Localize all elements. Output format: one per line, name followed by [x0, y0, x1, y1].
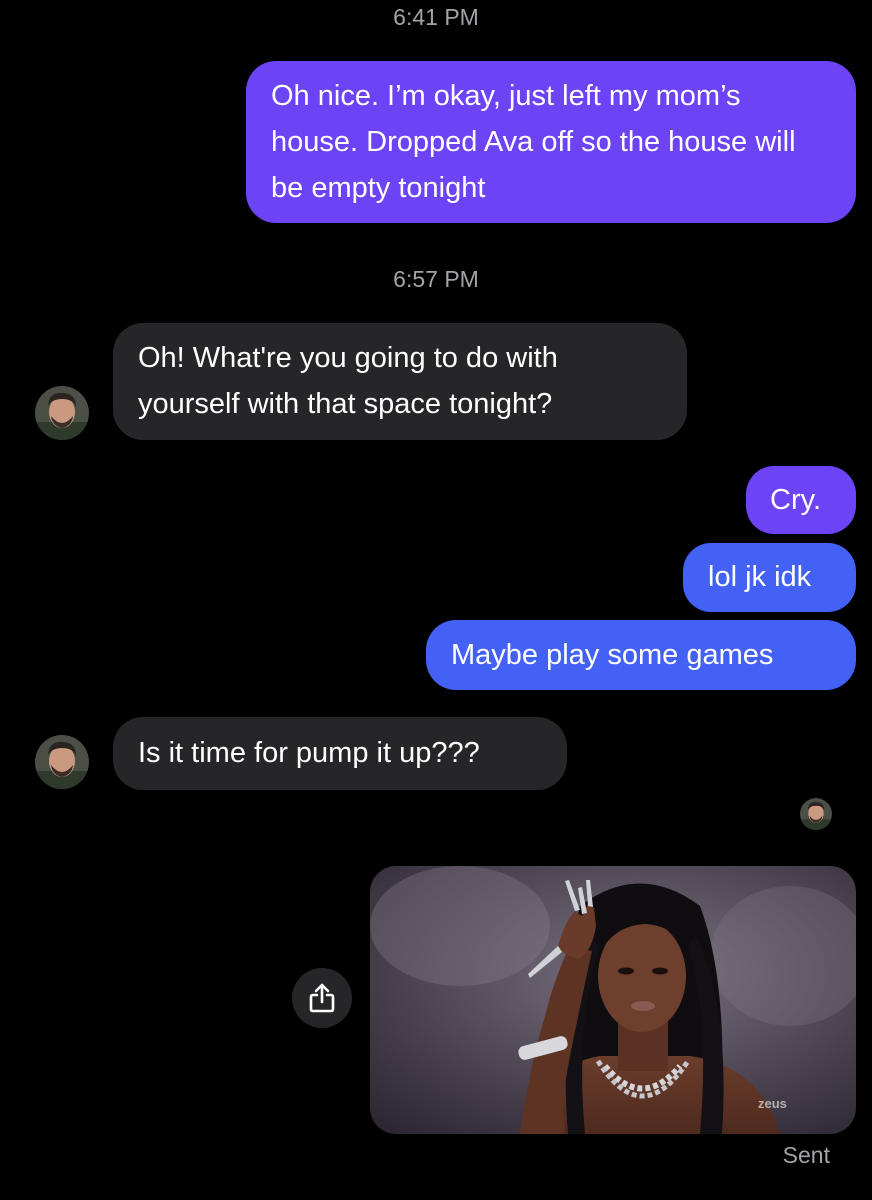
message-bubble-incoming[interactable]: Is it time for pump it up???	[113, 717, 567, 790]
message-bubble-outgoing[interactable]: lol jk idk	[683, 543, 856, 612]
message-bubble-outgoing[interactable]: Maybe play some games	[426, 620, 856, 690]
share-icon	[308, 982, 336, 1014]
contact-avatar[interactable]	[35, 735, 89, 789]
message-bubble-outgoing[interactable]: Cry.	[746, 466, 856, 534]
timestamp: 6:41 PM	[393, 4, 479, 30]
message-text: lol jk idk	[708, 561, 812, 593]
delivery-status: Sent	[782, 1142, 830, 1168]
share-button[interactable]	[292, 968, 352, 1028]
timestamp: 6:57 PM	[393, 266, 479, 292]
contact-avatar[interactable]	[35, 386, 89, 440]
message-text: Cry.	[770, 484, 822, 516]
photo-watermark: zeus	[758, 1096, 787, 1111]
message-text: Oh nice. I’m okay, just left my mom’s ho…	[271, 80, 796, 204]
message-bubble-incoming[interactable]: Oh! What're you going to do with yoursel…	[113, 323, 687, 440]
message-text: Maybe play some games	[451, 639, 774, 671]
message-text: Is it time for pump it up???	[138, 737, 480, 769]
message-text: Oh! What're you going to do with yoursel…	[138, 342, 558, 420]
message-bubble-outgoing[interactable]: Oh nice. I’m okay, just left my mom’s ho…	[246, 61, 856, 223]
read-receipt-avatar	[800, 798, 832, 830]
photo-attachment[interactable]: zeus	[370, 866, 856, 1134]
photo-image: zeus	[370, 866, 856, 1134]
